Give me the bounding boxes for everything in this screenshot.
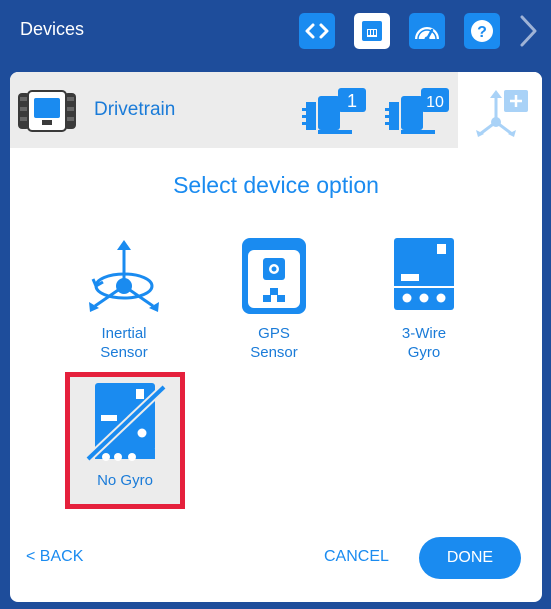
gps-sensor-icon <box>242 238 306 314</box>
device-name: Drivetrain <box>94 99 176 120</box>
motor-badge-10: 10 <box>426 94 444 111</box>
option-no-gyro[interactable]: No Gyro <box>65 372 185 509</box>
drivetrain-icon <box>18 90 76 132</box>
option-label-line1: GPS <box>258 325 290 342</box>
option-label-line2: Gyro <box>407 344 441 361</box>
device-config-panel: Drivetrain 1 10 Select device option Ine… <box>10 72 542 602</box>
option-three-wire-gyro[interactable]: 3-Wire Gyro <box>365 232 483 362</box>
add-sensor-icon <box>476 90 528 137</box>
dashboard-button[interactable] <box>409 13 445 49</box>
select-device-title: Select device option <box>173 172 379 198</box>
motor-port-1-icon[interactable]: 1 <box>302 88 368 136</box>
option-gps-sensor[interactable]: GPS Sensor <box>215 232 333 362</box>
motor-badge-1: 1 <box>347 91 357 111</box>
chevron-right-icon <box>520 15 537 47</box>
code-brackets-icon <box>305 23 329 39</box>
motor-port-10-icon[interactable]: 10 <box>385 88 451 136</box>
brain-port-icon <box>362 21 382 41</box>
help-button[interactable]: ? <box>464 13 500 49</box>
option-label-line2: Sensor <box>250 344 298 361</box>
header-title: Devices <box>20 19 85 39</box>
option-label-line1: No Gyro <box>97 472 153 489</box>
back-button[interactable]: < BACK <box>26 548 83 566</box>
option-inertial-sensor[interactable]: Inertial Sensor <box>65 232 183 362</box>
help-icon: ? <box>471 20 493 42</box>
svg-text:?: ? <box>477 24 487 41</box>
add-gyro-slot[interactable] <box>458 72 542 148</box>
no-gyro-icon <box>85 383 167 461</box>
gauge-icon <box>415 27 439 42</box>
option-label-line1: 3-Wire <box>401 325 447 342</box>
header-bar: Devices ? <box>0 0 551 62</box>
done-button[interactable]: DONE <box>419 537 521 579</box>
inertial-sensor-icon <box>89 240 159 312</box>
code-button[interactable] <box>299 13 335 49</box>
cancel-button[interactable]: CANCEL <box>324 548 389 566</box>
next-button[interactable] <box>513 13 543 49</box>
device-summary-bar: Drivetrain 1 10 <box>10 72 542 148</box>
option-label-line2: Sensor <box>100 344 148 361</box>
devices-button[interactable] <box>354 13 390 49</box>
three-wire-gyro-icon <box>394 238 454 310</box>
option-label-line1: Inertial <box>101 325 147 342</box>
